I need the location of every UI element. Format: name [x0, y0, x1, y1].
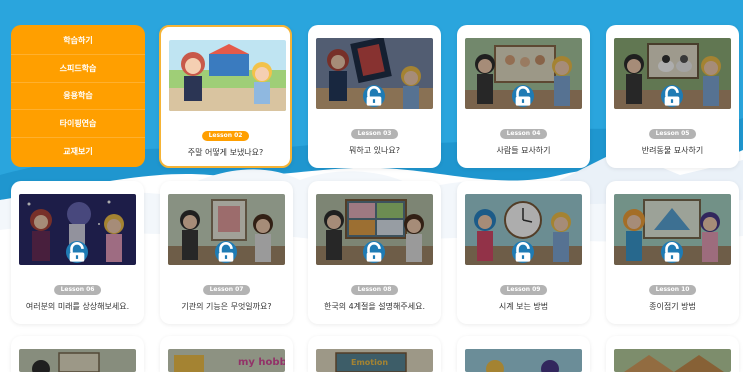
- lesson-thumbnail: [316, 38, 433, 109]
- lesson-card[interactable]: Lesson 06 여러분의 미래를 상상해보세요.: [11, 181, 144, 324]
- lesson-thumbnail: [19, 194, 136, 265]
- lesson-number-badge: Lesson 09: [499, 285, 548, 295]
- lesson-thumbnail: [465, 194, 582, 265]
- lesson-thumbnail: [614, 194, 731, 265]
- lesson-card[interactable]: Lesson 02 주말 어떻게 보냈나요?: [159, 25, 292, 168]
- menu-item-typing-practice[interactable]: 타이핑연습: [11, 110, 145, 139]
- lesson-thumbnail: [19, 349, 136, 372]
- unlock-icon: [215, 241, 237, 263]
- lesson-card[interactable]: Lesson 04 사람들 묘사하기: [457, 25, 590, 168]
- lesson-card[interactable]: [457, 336, 590, 372]
- lesson-card[interactable]: Lesson 03 뭐하고 있나요?: [308, 25, 441, 168]
- lesson-thumbnail: [465, 349, 582, 372]
- lesson-number-badge: Lesson 05: [648, 129, 697, 139]
- lesson-title: 기관의 기능은 무엇일까요?: [181, 302, 272, 311]
- lesson-thumbnail: my hobby: [168, 349, 285, 372]
- lesson-number-badge: Lesson 08: [350, 285, 399, 295]
- lesson-title: 사람들 묘사하기: [496, 146, 551, 155]
- menu-item-speed-learning[interactable]: 스피드학습: [11, 55, 145, 83]
- unlock-icon: [363, 241, 385, 263]
- lesson-title: 종이접기 방법: [649, 302, 696, 311]
- menu-item-applied-learning[interactable]: 응용학습: [11, 83, 145, 111]
- unlock-icon: [512, 85, 534, 107]
- lesson-thumbnail: [614, 349, 731, 372]
- lesson-title: 반려동물 묘사하기: [641, 146, 704, 155]
- lesson-number-badge: Lesson 07: [202, 285, 251, 295]
- lesson-number-badge: Lesson 10: [648, 285, 697, 295]
- lesson-card[interactable]: Lesson 07 기관의 기능은 무엇일까요?: [160, 181, 293, 324]
- lesson-thumbnail: [169, 40, 286, 111]
- lesson-card[interactable]: Lesson 09 시계 보는 방법: [457, 181, 590, 324]
- lesson-number-badge: Lesson 04: [499, 129, 548, 139]
- unlock-icon: [661, 85, 683, 107]
- lesson-number-badge: Lesson 03: [350, 129, 399, 139]
- lesson-title: 주말 어떻게 보냈나요?: [187, 148, 264, 157]
- lesson-card[interactable]: [606, 336, 739, 372]
- lesson-title: 뭐하고 있나요?: [349, 146, 400, 155]
- lesson-title: 여러분의 미래를 상상해보세요.: [25, 302, 130, 311]
- unlock-icon: [66, 241, 88, 263]
- lesson-title: 시계 보는 방법: [498, 302, 549, 311]
- unlock-icon: [661, 241, 683, 263]
- lesson-number-badge: Lesson 02: [201, 131, 250, 141]
- lesson-title: 한국의 4계절을 설명해주세요.: [323, 302, 426, 311]
- lesson-card[interactable]: my hobby: [160, 336, 293, 372]
- lesson-thumbnail: [316, 194, 433, 265]
- lesson-card[interactable]: [11, 336, 144, 372]
- lesson-thumbnail: Emotion: [316, 349, 433, 372]
- menu-item-textbook[interactable]: 교재보기: [11, 138, 145, 165]
- lesson-card[interactable]: Emotion: [308, 336, 441, 372]
- unlock-icon: [512, 241, 534, 263]
- lesson-card[interactable]: Lesson 08 한국의 4계절을 설명해주세요.: [308, 181, 441, 324]
- lesson-card[interactable]: Lesson 05 반려동물 묘사하기: [606, 25, 739, 168]
- unlock-icon: [363, 85, 385, 107]
- lesson-number-badge: Lesson 06: [53, 285, 102, 295]
- menu-item-learning[interactable]: 학습하기: [11, 27, 145, 55]
- lesson-thumbnail: [465, 38, 582, 109]
- lesson-card[interactable]: Lesson 10 종이접기 방법: [606, 181, 739, 324]
- side-menu: 학습하기 스피드학습 응용학습 타이핑연습 교재보기: [11, 25, 145, 167]
- lesson-thumbnail: [614, 38, 731, 109]
- lesson-thumbnail: [168, 194, 285, 265]
